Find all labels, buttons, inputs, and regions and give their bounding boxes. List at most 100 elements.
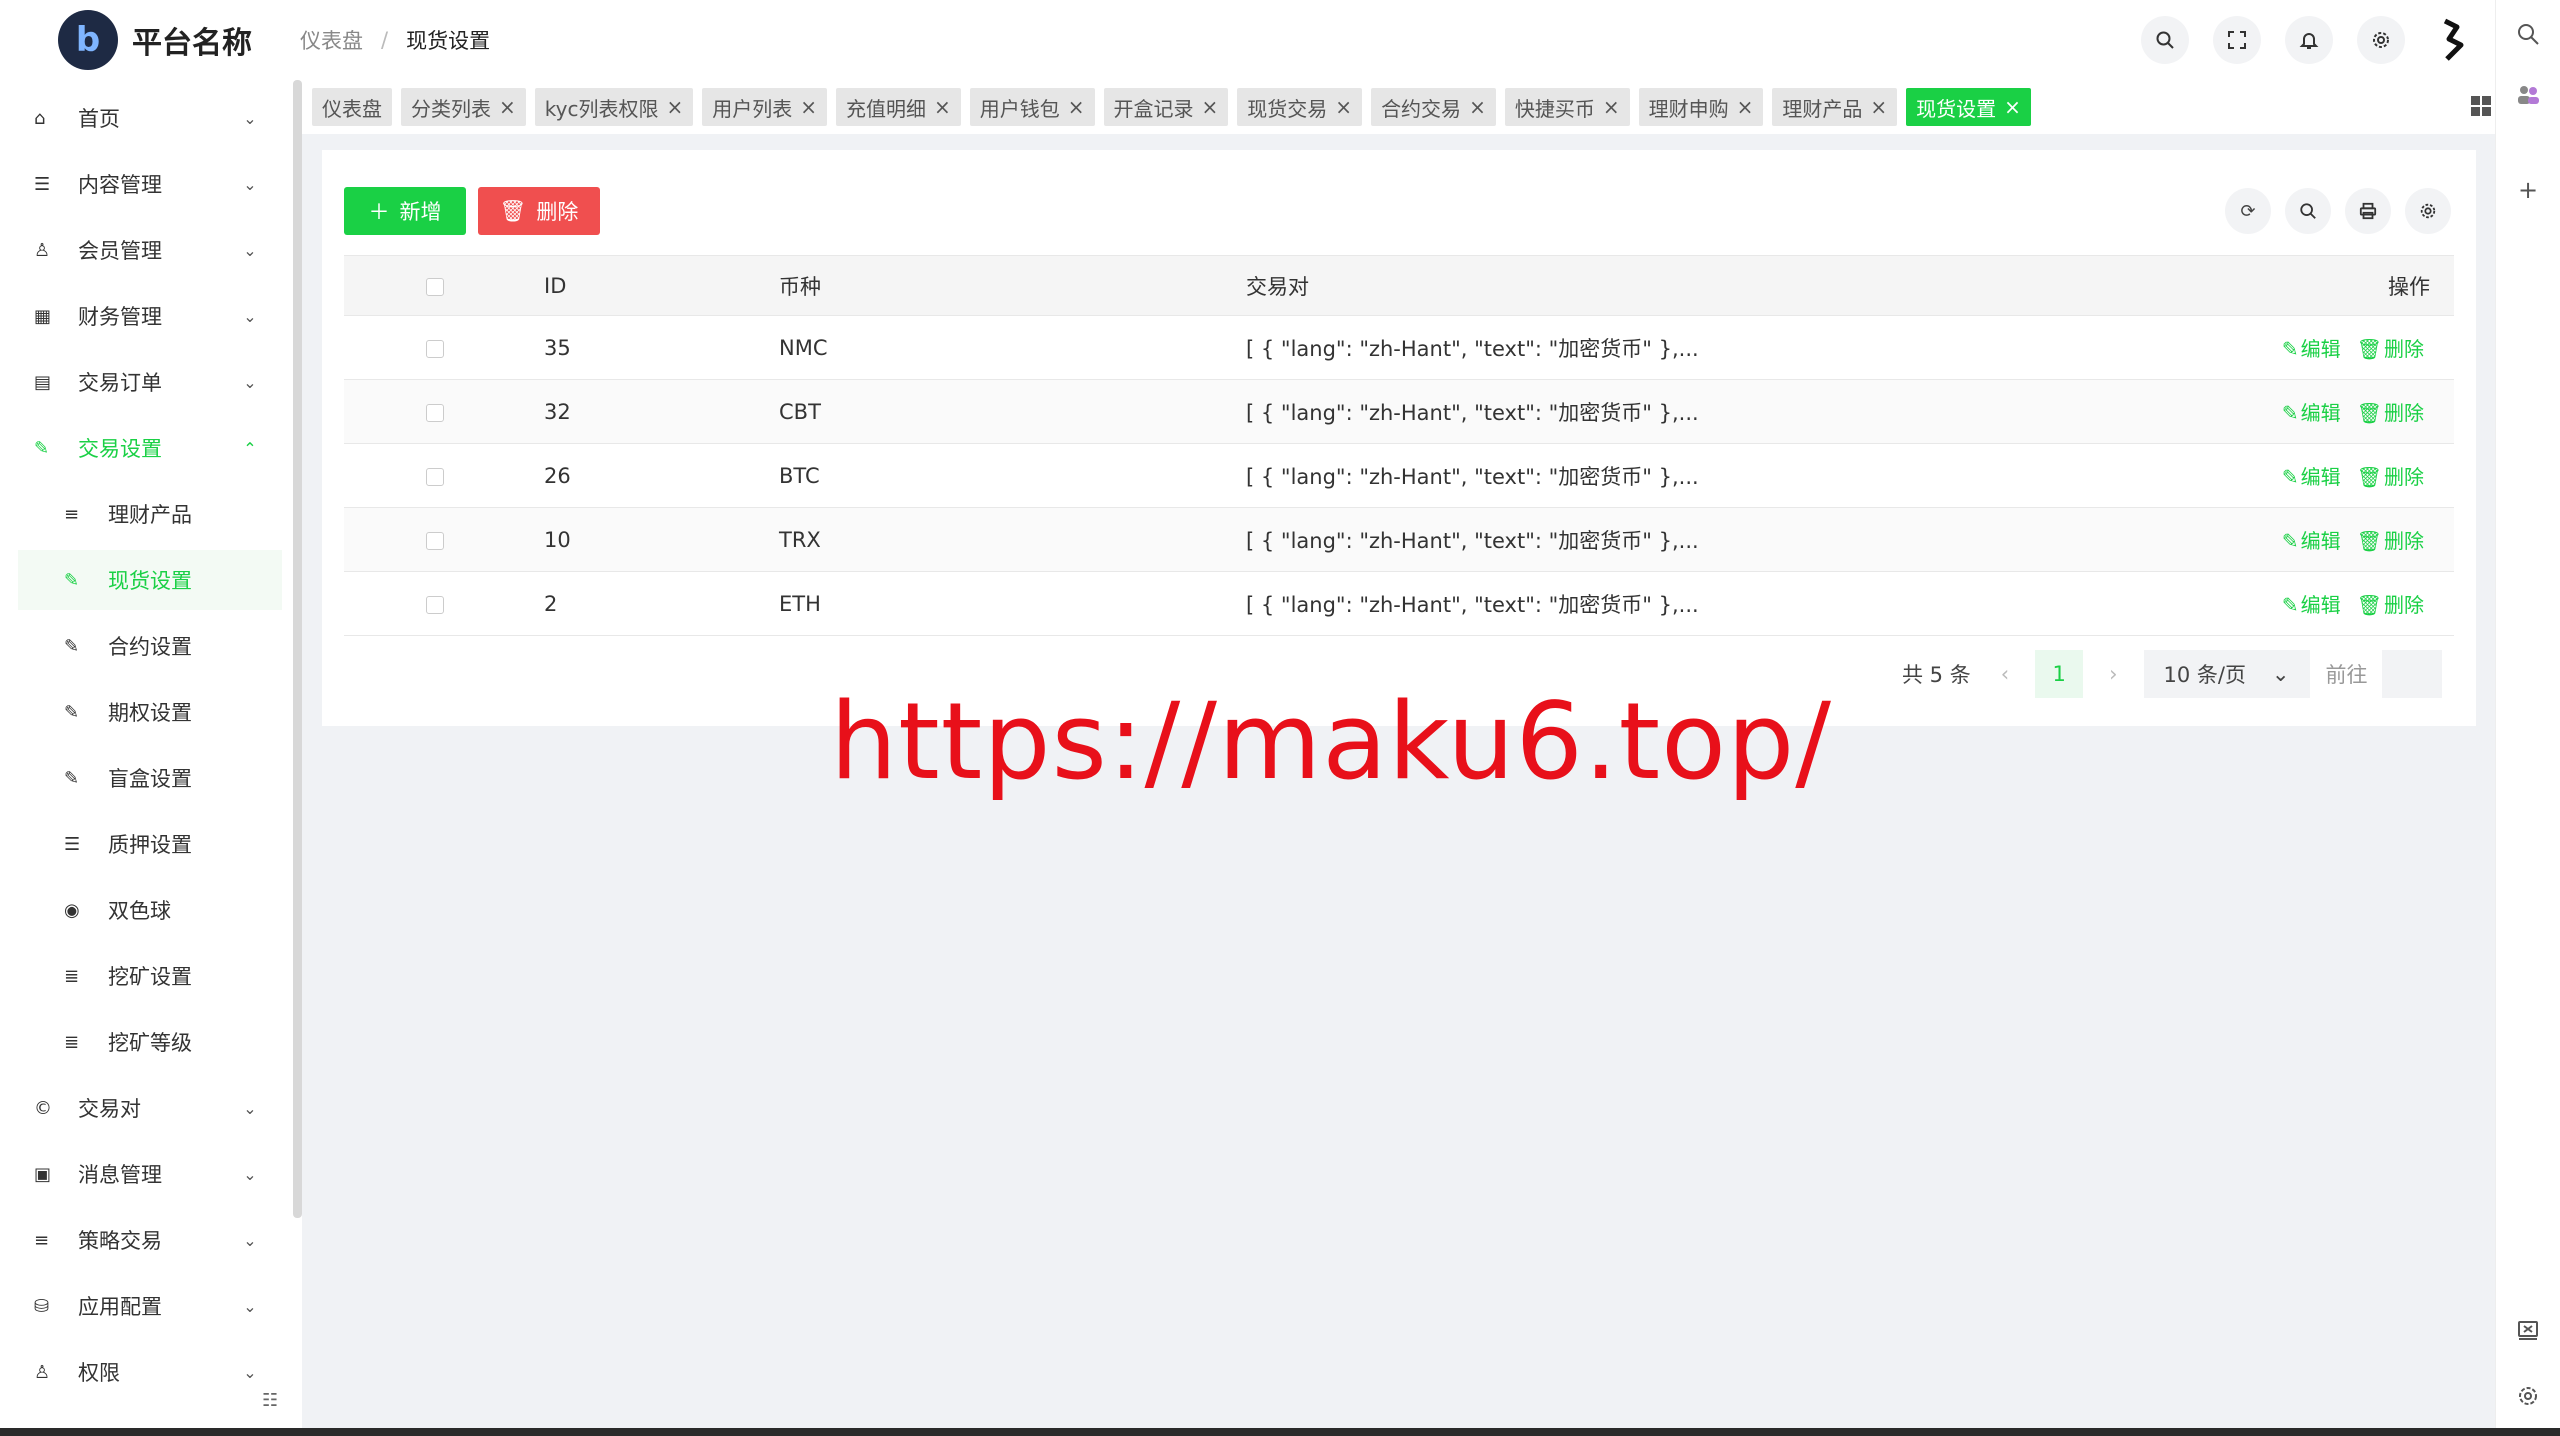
close-icon[interactable]: × bbox=[1737, 95, 1754, 119]
edit-link[interactable]: ✎ 编辑 bbox=[2282, 529, 2341, 553]
edit-label: 编辑 bbox=[2300, 337, 2341, 361]
gear-icon[interactable] bbox=[2357, 16, 2405, 64]
delete-button[interactable]: 🗑︎ 删除 bbox=[478, 187, 600, 235]
goto-page-input[interactable] bbox=[2381, 650, 2442, 698]
cell-id: 32 bbox=[544, 379, 779, 444]
menu-icon: ≡ bbox=[34, 1229, 50, 1251]
tab-spot-settings[interactable]: 现货设置 × bbox=[1906, 88, 2031, 126]
row-checkbox[interactable] bbox=[426, 339, 444, 358]
table-header-row: ID 币种 交易对 操作 bbox=[344, 255, 2454, 316]
tab-wealth-subscription[interactable]: 理财申购 × bbox=[1638, 88, 1764, 126]
tab-category-list[interactable]: 分类列表 × bbox=[401, 88, 526, 126]
tab-quick-buy[interactable]: 快捷买币 × bbox=[1504, 88, 1630, 126]
close-icon[interactable]: × bbox=[934, 95, 951, 119]
sidebar-item-spot-settings[interactable]: ✎ 现货设置 bbox=[18, 550, 282, 610]
column-header-pair[interactable]: 交易对 bbox=[1246, 255, 2146, 316]
close-icon[interactable]: × bbox=[1469, 95, 1486, 119]
refresh-icon[interactable]: ⟳ bbox=[2225, 188, 2271, 234]
avatar[interactable] bbox=[2427, 12, 2483, 68]
prev-page-icon[interactable]: ‹ bbox=[2001, 662, 2009, 686]
row-checkbox[interactable] bbox=[426, 403, 444, 422]
delete-link[interactable]: 🗑︎ 删除 bbox=[2357, 465, 2424, 489]
cell-actions: ✎ 编辑 🗑︎ 删除 bbox=[2146, 571, 2454, 636]
tab-wealth-products[interactable]: 理财产品 × bbox=[1772, 88, 1898, 126]
sidebar-item-home[interactable]: ⌂ 首页 ⌄ bbox=[18, 88, 282, 148]
sidebar-item-label: 内容管理 bbox=[78, 173, 162, 197]
user-key-icon: ♙ bbox=[34, 1361, 51, 1383]
tab-user-wallet[interactable]: 用户钱包 × bbox=[969, 88, 1095, 126]
collapse-sidebar-icon[interactable]: ☷ bbox=[262, 1390, 278, 1411]
bell-icon[interactable] bbox=[2285, 16, 2333, 64]
search-icon[interactable] bbox=[2285, 188, 2331, 234]
logo-icon: b bbox=[58, 10, 118, 70]
edit-link[interactable]: ✎ 编辑 bbox=[2282, 401, 2341, 425]
row-checkbox[interactable] bbox=[426, 531, 444, 550]
close-icon[interactable]: × bbox=[1870, 95, 1887, 119]
sidebar-item-finance[interactable]: ▦ 财务管理 ⌄ bbox=[18, 286, 282, 346]
close-icon[interactable]: × bbox=[666, 95, 683, 119]
tab-spot-trading[interactable]: 现货交易 × bbox=[1237, 88, 1363, 126]
search-icon[interactable] bbox=[2510, 22, 2546, 52]
tab-dashboard[interactable]: 仪表盘 bbox=[312, 88, 392, 126]
breadcrumb-root[interactable]: 仪表盘 bbox=[300, 25, 363, 55]
sidebar-item-mining-settings[interactable]: ≣ 挖矿设置 bbox=[18, 946, 282, 1006]
edit-link[interactable]: ✎ 编辑 bbox=[2282, 465, 2341, 489]
column-header-id[interactable]: ID bbox=[544, 255, 779, 316]
tab-recharge-details[interactable]: 充值明细 × bbox=[836, 88, 961, 126]
sidebar-item-options-settings[interactable]: ✎ 期权设置 bbox=[18, 682, 282, 742]
sidebar-item-messages[interactable]: ▣ 消息管理 ⌄ bbox=[18, 1144, 282, 1204]
select-all-checkbox[interactable] bbox=[426, 277, 444, 296]
fullscreen-icon[interactable] bbox=[2213, 16, 2261, 64]
delete-link[interactable]: 🗑︎ 删除 bbox=[2357, 337, 2424, 361]
next-page-icon[interactable]: › bbox=[2109, 662, 2117, 686]
delete-link[interactable]: 🗑︎ 删除 bbox=[2357, 529, 2424, 553]
delete-link[interactable]: 🗑︎ 删除 bbox=[2357, 593, 2424, 617]
sidebar-item-permissions[interactable]: ♙ 权限 ⌄ bbox=[18, 1342, 282, 1402]
close-icon[interactable]: × bbox=[1335, 95, 1352, 119]
sidebar-item-orders[interactable]: ▤ 交易订单 ⌄ bbox=[18, 352, 282, 412]
sidebar-item-strategy-trading[interactable]: ≡ 策略交易 ⌄ bbox=[18, 1210, 282, 1270]
gear-icon[interactable] bbox=[2405, 188, 2451, 234]
delete-link[interactable]: 🗑︎ 删除 bbox=[2357, 401, 2424, 425]
tab-contract-trading[interactable]: 合约交易 × bbox=[1371, 88, 1496, 126]
sidebar-item-app-config[interactable]: ⛁ 应用配置 ⌄ bbox=[18, 1276, 282, 1336]
sidebar-item-content[interactable]: ☰ 内容管理 ⌄ bbox=[18, 154, 282, 214]
close-icon[interactable]: × bbox=[1068, 95, 1085, 119]
row-checkbox[interactable] bbox=[426, 595, 444, 614]
page-size-select[interactable]: 10 条/页 ⌄ bbox=[2143, 650, 2310, 698]
page-number-1[interactable]: 1 bbox=[2035, 650, 2084, 698]
column-header-coin[interactable]: 币种 bbox=[779, 255, 1246, 316]
close-icon[interactable]: × bbox=[499, 95, 516, 119]
table-icon: ▦ bbox=[34, 305, 52, 327]
tab-user-list[interactable]: 用户列表 × bbox=[702, 88, 827, 126]
sidebar-item-lottery[interactable]: ◉ 双色球 bbox=[18, 880, 282, 940]
sidebar-item-wealth-products[interactable]: ≡ 理财产品 bbox=[18, 484, 282, 544]
edit-link[interactable]: ✎ 编辑 bbox=[2282, 337, 2341, 361]
sidebar-item-trade-settings[interactable]: ✎ 交易设置 ⌃ bbox=[18, 418, 282, 478]
sidebar-item-mining-levels[interactable]: ≣ 挖矿等级 bbox=[18, 1012, 282, 1072]
logo[interactable]: b 平台名称 bbox=[0, 10, 300, 70]
close-icon[interactable]: × bbox=[800, 95, 817, 119]
close-icon[interactable]: × bbox=[2004, 95, 2021, 119]
people-icon[interactable] bbox=[2510, 82, 2546, 114]
close-icon[interactable]: × bbox=[1603, 95, 1620, 119]
sidebar-item-blindbox-settings[interactable]: ✎ 盲盒设置 bbox=[18, 748, 282, 808]
sidebar-item-members[interactable]: ♙ 会员管理 ⌄ bbox=[18, 220, 282, 280]
edit-link[interactable]: ✎ 编辑 bbox=[2282, 593, 2341, 617]
add-button[interactable]: ＋ 新增 bbox=[344, 187, 466, 235]
plus-icon[interactable]: + bbox=[2510, 176, 2546, 204]
plus-icon: ＋ bbox=[368, 200, 390, 224]
settings-icon[interactable] bbox=[2510, 1384, 2546, 1414]
close-icon[interactable]: × bbox=[1202, 95, 1219, 119]
screenshot-icon[interactable] bbox=[2510, 1318, 2546, 1348]
sidebar-item-staking-settings[interactable]: ☰ 质押设置 bbox=[18, 814, 282, 874]
tab-kyc-permissions[interactable]: kyc列表权限 × bbox=[534, 88, 694, 126]
sidebar-scrollbar[interactable] bbox=[293, 80, 302, 1218]
sidebar-item-contract-settings[interactable]: ✎ 合约设置 bbox=[18, 616, 282, 676]
search-icon[interactable] bbox=[2141, 16, 2189, 64]
grid-icon[interactable] bbox=[2469, 94, 2493, 125]
tab-box-records[interactable]: 开盒记录 × bbox=[1103, 88, 1229, 126]
row-checkbox[interactable] bbox=[426, 467, 444, 486]
sidebar-item-trading-pairs[interactable]: © 交易对 ⌄ bbox=[18, 1078, 282, 1138]
print-icon[interactable] bbox=[2345, 188, 2391, 234]
